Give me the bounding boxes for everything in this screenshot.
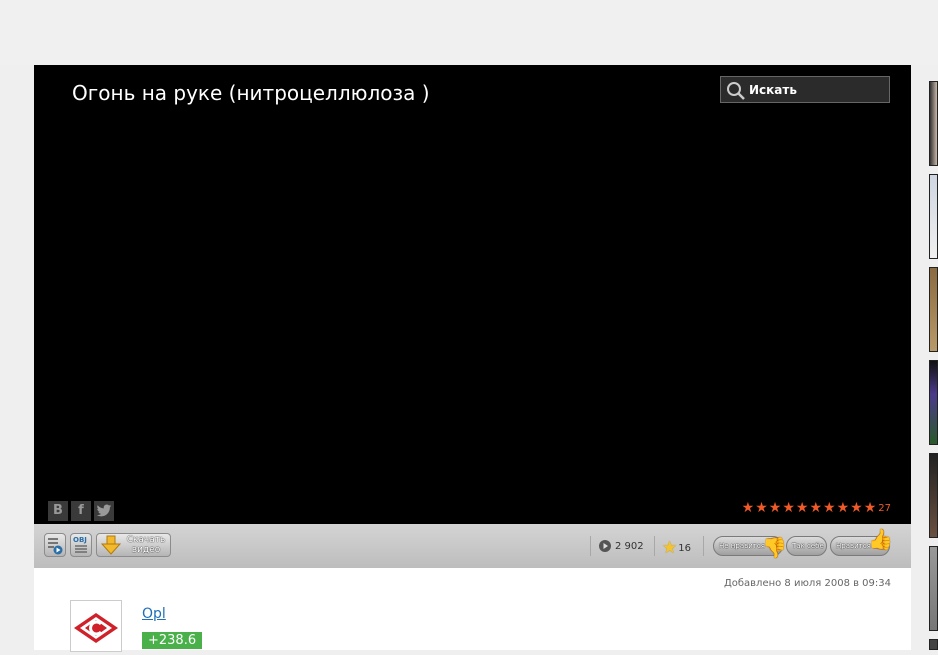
star-icon[interactable]: ★ — [796, 501, 809, 515]
view-count-value: 2 902 — [615, 540, 644, 552]
playlist-icon — [48, 538, 63, 555]
dislike-label: Не нравится — [719, 542, 765, 550]
twitter-share-button[interactable] — [94, 501, 114, 521]
star-icon[interactable]: ★ — [850, 501, 863, 515]
related-thumbnail[interactable] — [929, 174, 938, 259]
download-label: Скачать видео — [123, 535, 169, 555]
embed-button[interactable]: OBJ — [70, 533, 92, 557]
related-thumbnail[interactable] — [929, 546, 938, 631]
related-thumbnail[interactable] — [929, 453, 938, 538]
like-label: Нравится — [836, 542, 871, 550]
embed-icon — [75, 545, 87, 553]
download-label-line2: видео — [131, 545, 161, 555]
author-rating: +238.6 — [142, 632, 203, 649]
download-video-button[interactable]: Скачать видео — [96, 533, 171, 557]
rating-count: 27 — [878, 502, 891, 514]
favorites-count-value: 16 — [678, 542, 691, 554]
star-icon[interactable]: ★ — [864, 501, 877, 515]
video-title: Огонь на руке (нитроцеллюлоза ) — [72, 81, 430, 105]
view-count: 2 902 — [598, 539, 644, 553]
divider — [703, 536, 704, 556]
related-thumbnail[interactable] — [929, 639, 938, 650]
video-info: Добавлено 8 июля 2008 в 09:34 Opl +238.6 — [34, 568, 911, 652]
video-player[interactable]: Огонь на руке (нитроцеллюлоза ) B f ★ ★ … — [34, 65, 911, 524]
star-icon[interactable]: ★ — [742, 501, 755, 515]
playlist-button[interactable] — [44, 533, 66, 557]
star-icon[interactable]: ★ — [837, 501, 850, 515]
spartak-logo-icon — [74, 613, 118, 643]
search-box[interactable] — [720, 76, 890, 103]
meh-button[interactable]: Так себе — [786, 536, 827, 556]
divider — [654, 536, 655, 556]
author-name[interactable]: Opl — [142, 606, 166, 622]
added-date: Добавлено 8 июля 2008 в 09:34 — [723, 578, 891, 589]
favorites-count[interactable]: ★ 16 — [662, 538, 691, 558]
play-icon — [599, 540, 611, 552]
related-thumbnail[interactable] — [929, 267, 938, 352]
top-band — [0, 0, 938, 65]
thumbs-up-icon[interactable]: 👍 — [868, 527, 893, 551]
star-rating[interactable]: ★ ★ ★ ★ ★ ★ ★ ★ ★ ★ 27 — [742, 501, 891, 515]
favorite-star-icon[interactable]: ★ — [662, 538, 677, 558]
star-icon[interactable]: ★ — [809, 501, 822, 515]
thumbs-down-icon[interactable]: 👍 — [762, 536, 787, 560]
star-icon[interactable]: ★ — [782, 501, 795, 515]
star-icon[interactable]: ★ — [755, 501, 768, 515]
related-thumbnail[interactable] — [929, 360, 938, 445]
search-icon[interactable] — [726, 81, 746, 101]
related-thumbnail[interactable] — [929, 81, 938, 166]
download-arrow-icon — [101, 535, 121, 555]
twitter-icon — [96, 504, 112, 517]
meh-label: Так себе — [792, 542, 824, 550]
facebook-share-button[interactable]: f — [71, 501, 91, 521]
avatar[interactable] — [70, 600, 122, 652]
download-label-line1: Скачать — [126, 535, 166, 545]
related-videos-strip — [928, 81, 938, 650]
star-icon[interactable]: ★ — [769, 501, 782, 515]
control-bar: OBJ Скачать видео 2 902 ★ 16 Не нравится… — [34, 524, 911, 568]
star-icon[interactable]: ★ — [823, 501, 836, 515]
search-input[interactable] — [749, 79, 885, 100]
vk-share-button[interactable]: B — [48, 501, 68, 521]
share-buttons: B f — [48, 501, 114, 521]
divider — [590, 536, 591, 556]
